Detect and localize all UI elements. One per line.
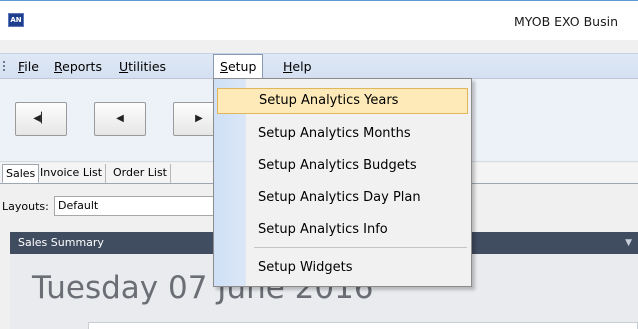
menu-help-accel: H <box>283 59 293 74</box>
menu-help-label: elp <box>292 59 312 74</box>
title-bar: AN MYOB EXO Busin <box>0 0 638 40</box>
menu-reports-label: eports <box>62 59 102 74</box>
menu-item-setup-analytics-budgets[interactable]: Setup Analytics Budgets <box>217 153 468 179</box>
next-icon: ▶ <box>195 113 203 124</box>
menu-setup[interactable]: Setup <box>213 54 264 79</box>
menu-item-setup-analytics-day-plan[interactable]: Setup Analytics Day Plan <box>217 185 468 211</box>
menu-file-label: ile <box>24 59 39 74</box>
previous-record-button[interactable]: ◀ <box>94 102 146 136</box>
menu-bar: File Reports Utilities Setup Help <box>0 53 638 79</box>
menu-item-setup-analytics-years[interactable]: Setup Analytics Years <box>217 88 468 114</box>
menu-utilities-label: tilities <box>128 59 167 74</box>
menu-setup-label: etup <box>227 59 257 74</box>
menu-item-setup-analytics-months[interactable]: Setup Analytics Months <box>217 121 468 147</box>
tab-sales[interactable]: Sales <box>2 164 40 183</box>
panel-title: Sales Summary <box>18 236 104 249</box>
first-record-button[interactable]: ◀▏ <box>15 102 67 136</box>
menubar-grip[interactable] <box>3 61 5 73</box>
summary-strip <box>88 322 638 329</box>
menu-file[interactable]: File <box>12 54 45 79</box>
menu-help[interactable]: Help <box>277 54 318 79</box>
menu-separator <box>254 247 467 248</box>
skip-first-icon: ◀▏ <box>33 113 49 124</box>
menu-item-setup-widgets[interactable]: Setup Widgets <box>217 255 468 281</box>
menu-reports-accel: R <box>54 59 63 74</box>
window-title: MYOB EXO Busin <box>514 14 619 29</box>
collapse-caret-icon[interactable]: ▼ <box>625 232 632 254</box>
setup-dropdown-menu: Setup Analytics Years Setup Analytics Mo… <box>213 78 472 287</box>
menu-utilities[interactable]: Utilities <box>113 54 172 79</box>
layouts-select[interactable]: Default <box>54 196 214 216</box>
menu-setup-accel: S <box>220 59 228 74</box>
tab-order-list[interactable]: Order List <box>110 164 171 183</box>
menu-utilities-accel: U <box>119 59 129 74</box>
menu-reports[interactable]: Reports <box>48 54 108 79</box>
previous-icon: ◀ <box>116 113 124 124</box>
app-icon[interactable]: AN <box>8 13 24 27</box>
tab-invoice-list[interactable]: Invoice List <box>37 164 107 183</box>
layouts-label: Layouts: <box>2 200 49 213</box>
menu-item-setup-analytics-info[interactable]: Setup Analytics Info <box>217 217 468 243</box>
